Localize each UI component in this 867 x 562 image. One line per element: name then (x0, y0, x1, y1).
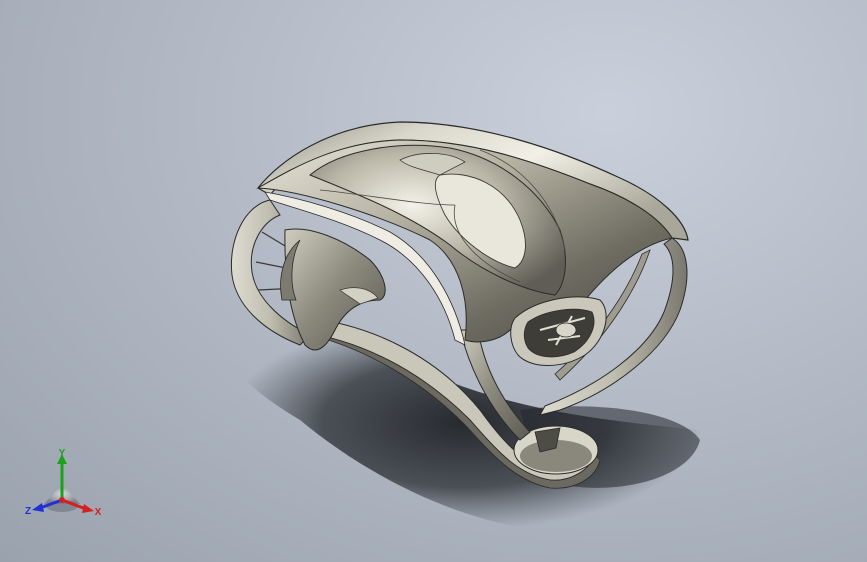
part-model[interactable] (0, 0, 867, 562)
3d-viewport[interactable]: Y X Z (0, 0, 867, 562)
triad-origin (59, 497, 65, 503)
main-shell (256, 121, 689, 351)
y-axis-label: Y (59, 448, 66, 459)
z-axis-label: Z (25, 506, 31, 517)
orientation-triad[interactable]: Y X Z (24, 448, 104, 524)
x-axis-label: X (95, 507, 102, 518)
